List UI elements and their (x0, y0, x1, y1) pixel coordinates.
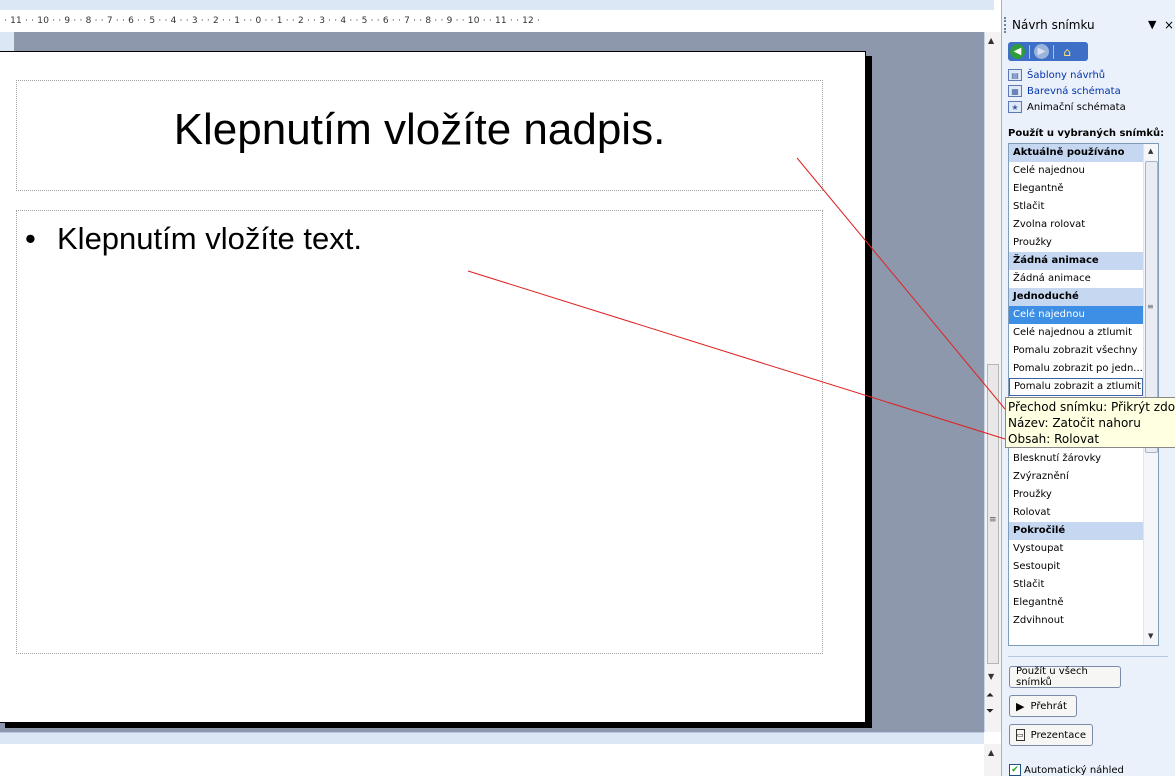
auto-preview-label: Automatický náhled (1024, 764, 1124, 776)
checkmark-icon[interactable]: ✔ (1009, 764, 1021, 776)
list-item[interactable]: Elegantně (1009, 180, 1143, 198)
link-design-templates-label[interactable]: Šablony návrhů (1027, 70, 1105, 81)
vertical-scrollbar[interactable]: ▲ ≡ ▼ (984, 32, 1001, 732)
scroll-thumb[interactable]: ≡ (987, 364, 999, 664)
list-item[interactable]: Blesknutí žárovky (1009, 450, 1143, 468)
horizontal-ruler: · 11 · · 10 · · 9 · · 8 · · 7 · · 6 · · … (0, 10, 984, 32)
list-item[interactable]: Žádná animace (1009, 270, 1143, 288)
list-item[interactable]: Rolovat (1009, 504, 1143, 522)
dropdown-arrow-icon[interactable]: ▼ (1148, 18, 1156, 31)
list-item[interactable]: Sestoupit (1009, 558, 1143, 576)
back-arrow-icon[interactable]: ◀ (1010, 44, 1025, 59)
list-group-header: Žádná animace (1009, 252, 1143, 270)
tooltip-line-transition: Přechod snímku: Přikrýt zdola (1008, 400, 1175, 414)
link-animation-schemes-label[interactable]: Animační schémata (1027, 102, 1126, 113)
link-color-schemes-label[interactable]: Barevná schémata (1027, 86, 1121, 97)
bullet-icon: • (25, 221, 36, 256)
list-group-header: Jednoduché (1009, 288, 1143, 306)
list-item[interactable]: Pomalu zobrazit a ztlumit (1009, 378, 1143, 396)
list-item[interactable]: Celé najednou (1009, 162, 1143, 180)
list-group-header: Pokročilé (1009, 522, 1143, 540)
color-schemes-icon: ▦ (1008, 85, 1022, 97)
play-icon: ▶ (1016, 699, 1025, 713)
apply-to-all-slides-button[interactable]: Použít u všech snímků (1009, 666, 1121, 688)
list-item[interactable]: Pomalu zobrazit všechny (1009, 342, 1143, 360)
previous-slide-icon[interactable]: ⏶ (986, 690, 994, 701)
close-icon[interactable]: × (1164, 18, 1174, 32)
tooltip-line-title: Název: Zatočit nahoru (1008, 416, 1141, 430)
list-item[interactable]: Zdvihnout (1009, 612, 1143, 630)
list-item[interactable]: Zvýraznění (1009, 468, 1143, 486)
scroll-up-arrow-icon[interactable]: ▲ (988, 36, 994, 45)
list-item[interactable]: Celé najednou (1009, 306, 1143, 324)
play-label: Přehrát (1030, 700, 1067, 712)
pane-divider (1008, 656, 1168, 657)
list-item[interactable]: Proužky (1009, 234, 1143, 252)
tooltip-line-content: Obsah: Rolovat (1008, 432, 1100, 446)
list-item[interactable]: Stlačit (1009, 576, 1143, 594)
slideshow-icon: ▭ (1016, 729, 1025, 741)
notes-pane[interactable] (0, 744, 984, 776)
pane-grip-icon[interactable] (1004, 17, 1006, 33)
list-scrollbar[interactable]: ▲ ≡ ▼ (1143, 144, 1158, 645)
scroll-down-arrow-icon[interactable]: ▼ (988, 672, 994, 681)
list-item[interactable]: Stlačit (1009, 198, 1143, 216)
notes-scrollbar[interactable]: ▲ (984, 744, 1001, 776)
list-grip-icon: ≡ (1147, 302, 1154, 311)
list-group-header: Aktuálně používáno (1009, 144, 1143, 162)
task-pane-nav-bar: ◀ ▶ ⌂ (1008, 42, 1088, 61)
link-design-templates[interactable]: ▤ Šablony návrhů (1008, 69, 1105, 81)
notes-scroll-up-icon[interactable]: ▲ (988, 748, 994, 757)
list-scroll-up-icon[interactable]: ▲ (1148, 147, 1153, 155)
body-placeholder[interactable]: • Klepnutím vložíte text. (16, 210, 823, 654)
design-templates-icon: ▤ (1008, 69, 1022, 81)
slide-shadow-bottom (5, 723, 872, 728)
slide-shadow-right (866, 56, 872, 728)
list-item[interactable]: Celé najednou a ztlumit (1009, 324, 1143, 342)
apply-to-selected-label: Použít u vybraných snímků: (1008, 128, 1165, 139)
task-pane: Návrh snímku ▼ × ◀ ▶ ⌂ ▤ Šablony návrhů … (1001, 0, 1175, 776)
list-item[interactable]: Proužky (1009, 486, 1143, 504)
auto-preview-checkbox[interactable]: ✔ Automatický náhled (1009, 764, 1124, 776)
body-placeholder-text: • Klepnutím vložíte text. (25, 221, 362, 257)
task-pane-title[interactable]: Návrh snímku (1012, 18, 1095, 32)
apply-to-all-slides-label: Použít u všech snímků (1016, 666, 1088, 688)
link-animation-schemes[interactable]: ★ Animační schémata (1008, 101, 1126, 113)
list-item[interactable]: Vystoupat (1009, 540, 1143, 558)
horizontal-splitter[interactable] (0, 732, 984, 744)
body-placeholder-label: Klepnutím vložíte text. (57, 221, 362, 256)
animation-tooltip: Přechod snímku: Přikrýt zdola Název: Zat… (1005, 397, 1175, 448)
nav-separator (1029, 44, 1030, 59)
list-item[interactable]: Elegantně (1009, 594, 1143, 612)
list-scroll-down-icon[interactable]: ▼ (1148, 632, 1153, 640)
title-placeholder-text: Klepnutím vložíte nadpis. (173, 104, 666, 154)
animation-schemes-list[interactable]: Aktuálně používáno Celé najednou Elegantně… (1008, 143, 1159, 646)
home-icon[interactable]: ⌂ (1058, 43, 1076, 60)
slideshow-label: Prezentace (1030, 729, 1086, 741)
list-item[interactable]: Pomalu zobrazit po jedn... (1009, 360, 1143, 378)
list-item[interactable]: Zvolna rolovat (1009, 216, 1143, 234)
nav-separator (1053, 44, 1054, 59)
forward-arrow-icon[interactable]: ▶ (1034, 44, 1049, 59)
title-placeholder[interactable]: Klepnutím vložíte nadpis. (16, 80, 823, 191)
animation-schemes-icon: ★ (1008, 101, 1022, 113)
link-color-schemes[interactable]: ▦ Barevná schémata (1008, 85, 1121, 97)
play-button[interactable]: ▶ Přehrát (1009, 695, 1077, 717)
next-slide-icon[interactable]: ⏷ (986, 706, 994, 717)
scroll-grip-icon: ≡ (989, 515, 997, 525)
slideshow-button[interactable]: ▭ Prezentace (1009, 724, 1093, 746)
top-strip (0, 0, 994, 10)
